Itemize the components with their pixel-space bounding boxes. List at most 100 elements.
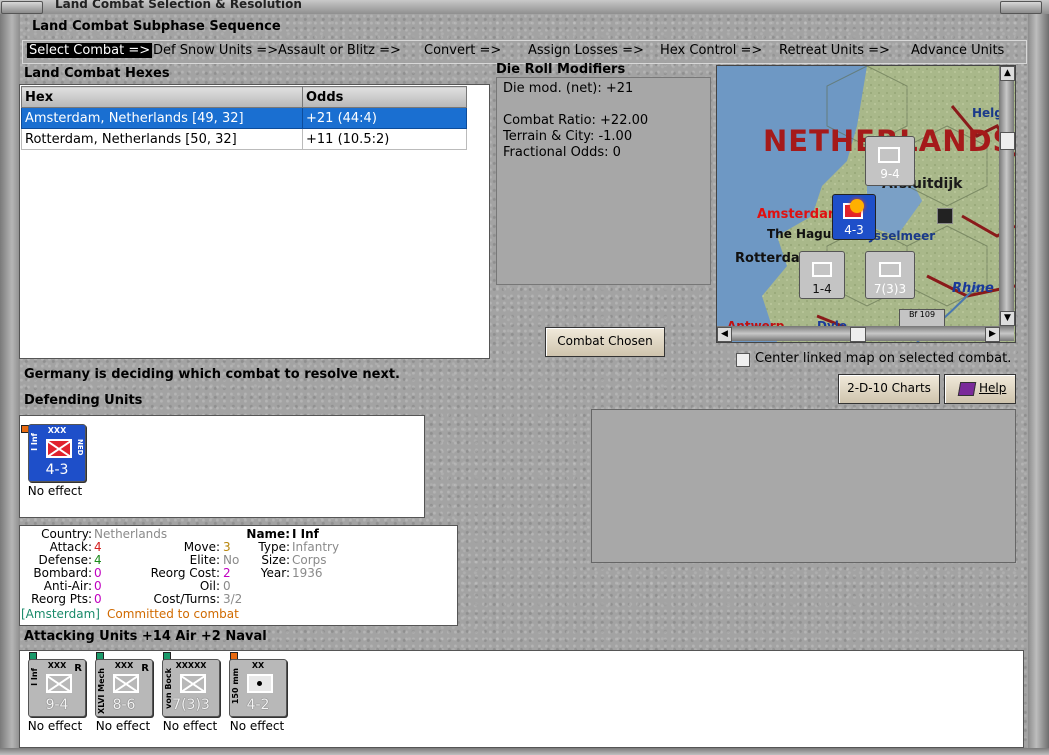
info-year-label: Year: xyxy=(260,566,290,580)
titlebar-right-button[interactable] xyxy=(1000,1,1042,14)
infantry-symbol-icon xyxy=(812,262,832,277)
hq-symbol-icon xyxy=(180,674,206,693)
info-reorg: 0 xyxy=(94,592,102,606)
map-vertical-scrollbar[interactable]: ▲ ▼ xyxy=(999,66,1015,326)
center-map-checkbox[interactable] xyxy=(736,353,750,367)
attacking-unit-counter[interactable]: XXX I Inf R 9-4 xyxy=(28,659,86,717)
seq-assign-losses: Assign Losses => xyxy=(528,43,644,58)
unit-info-panel: Country: Netherlands Attack: 4 Defense: … xyxy=(19,525,458,626)
info-cost: 3/2 xyxy=(223,592,243,606)
info-antiair-label: Anti-Air: xyxy=(43,579,92,593)
map-counter[interactable]: 1-4 xyxy=(799,251,845,299)
map-counter-strength: 9-4 xyxy=(880,167,900,181)
table-row[interactable]: Rotterdam, Netherlands [50, 32] +11 (10.… xyxy=(21,128,467,150)
scroll-up-arrow-icon[interactable]: ▲ xyxy=(1000,66,1015,81)
unit-effect: No effect xyxy=(27,484,83,498)
attacking-unit-counter[interactable]: XXX XLVI Mech R 8-6 xyxy=(95,659,153,717)
map-air-counter-label: Bf 109 xyxy=(908,310,936,319)
unit-effect: No effect xyxy=(229,719,285,733)
attacking-unit-counter[interactable]: XXXXX von Bock 7(3)3 xyxy=(162,659,220,717)
map-horizontal-scrollbar[interactable]: ◀ ▶ xyxy=(717,326,1014,342)
map-counter[interactable]: 7(3)3 xyxy=(865,251,915,299)
info-elite-label: Elite: xyxy=(189,553,220,567)
seq-select-combat: Select Combat => xyxy=(27,43,153,58)
window-titlebar: Land Combat Selection & Resolution xyxy=(0,0,1049,15)
seq-hex-control: Hex Control => xyxy=(660,43,763,58)
info-reorg-label: Reorg Pts: xyxy=(31,592,92,606)
scroll-left-arrow-icon[interactable]: ◀ xyxy=(717,327,732,342)
center-map-label: Center linked map on selected combat. xyxy=(755,351,1012,366)
defending-panel: XXX I Inf NED 4-3 No effect xyxy=(19,415,425,518)
odds-cell: +21 (44:4) xyxy=(302,107,467,129)
hexes-table: Hex Odds Amsterdam, Netherlands [49, 32]… xyxy=(21,86,467,150)
hex-cell: Amsterdam, Netherlands [49, 32] xyxy=(21,107,303,129)
info-move: 3 xyxy=(223,540,231,554)
hex-cell: Rotterdam, Netherlands [50, 32] xyxy=(21,128,303,150)
map-counter-strength: 4-3 xyxy=(844,223,864,237)
drm-title: Die Roll Modifiers xyxy=(496,62,626,77)
map-counter[interactable]: 9-4 xyxy=(865,136,915,186)
seq-convert: Convert => xyxy=(424,43,502,58)
unit-strength: 4-3 xyxy=(45,462,69,478)
seq-def-snow-units: Def Snow Units => xyxy=(153,43,279,58)
info-type-label: Type: xyxy=(258,540,290,554)
map-label-the-hague: The Hague xyxy=(767,227,840,241)
unit-strength: 9-4 xyxy=(45,697,69,713)
drm-spacer xyxy=(503,97,704,113)
charts-button[interactable]: 2-D-10 Charts xyxy=(838,374,940,404)
info-location: [Amsterdam] xyxy=(21,607,100,621)
scroll-thumb[interactable] xyxy=(1000,132,1015,150)
seq-assault-or-blitz: Assault or Blitz => xyxy=(278,43,401,58)
unit-nation: NED xyxy=(76,439,84,456)
info-attack-label: Attack: xyxy=(49,540,92,554)
artillery-symbol-icon xyxy=(247,674,273,693)
explosion-icon xyxy=(850,199,864,213)
unit-reserve: R xyxy=(74,663,82,674)
unit-effect: No effect xyxy=(95,719,151,733)
info-antiair: 0 xyxy=(94,579,102,593)
info-country: Netherlands xyxy=(94,527,168,541)
scroll-down-arrow-icon[interactable]: ▼ xyxy=(1000,311,1015,326)
unit-effect: No effect xyxy=(27,719,83,733)
attacking-unit-counter[interactable]: XX 150 mm 4-2 xyxy=(229,659,287,717)
info-elite: No xyxy=(223,553,240,567)
info-oil: 0 xyxy=(223,579,231,593)
unit-strength: 8-6 xyxy=(112,697,136,713)
help-book-icon xyxy=(957,382,977,396)
table-row[interactable]: Amsterdam, Netherlands [49, 32] +21 (44:… xyxy=(21,107,467,129)
hexes-title: Land Combat Hexes xyxy=(24,66,170,81)
col-odds[interactable]: Odds xyxy=(302,86,467,108)
sequence-title: Land Combat Subphase Sequence xyxy=(32,19,281,34)
info-country-label: Country: xyxy=(41,527,92,541)
infantry-symbol-icon xyxy=(46,674,72,693)
info-cost-label: Cost/Turns: xyxy=(153,592,220,606)
combat-chosen-button[interactable]: Combat Chosen xyxy=(545,327,665,357)
defending-unit-counter[interactable]: XXX I Inf NED 4-3 xyxy=(28,424,86,482)
info-reorg-cost-label: Reorg Cost: xyxy=(150,566,220,580)
hexes-panel: Hex Odds Amsterdam, Netherlands [49, 32]… xyxy=(19,84,490,359)
infantry-symbol-icon xyxy=(46,439,72,458)
drm-line: Fractional Odds: 0 xyxy=(503,145,621,160)
window-frame-right xyxy=(1028,14,1049,755)
info-committed: Committed to combat xyxy=(107,607,239,621)
scroll-thumb[interactable] xyxy=(850,327,866,342)
help-button[interactable]: Help xyxy=(944,374,1016,404)
status-text: Germany is deciding which combat to reso… xyxy=(24,367,400,382)
unit-strength: 7(3)3 xyxy=(172,697,210,713)
info-size: Corps xyxy=(292,553,327,567)
scroll-right-arrow-icon[interactable]: ▶ xyxy=(985,327,1000,342)
window-frame-left xyxy=(0,14,20,755)
attacking-panel: XXX I Inf R 9-4 No effect XXX XLVI Mech … xyxy=(19,650,1024,748)
infantry-symbol-icon xyxy=(879,262,901,277)
attacking-title: Attacking Units +14 Air +2 Naval xyxy=(24,629,267,644)
map-label-amsterdam: Amsterdam xyxy=(757,207,842,222)
titlebar-left-button[interactable] xyxy=(1,1,43,14)
info-name-label: Name: xyxy=(246,527,290,541)
seq-advance-units: Advance Units xyxy=(911,43,1005,58)
linked-map[interactable]: NETHERLANDS Afsluitdijk Amsterdam The Ha… xyxy=(716,65,1016,343)
info-attack: 4 xyxy=(94,540,102,554)
drm-line: Terrain & City: -1.00 xyxy=(503,129,633,144)
col-hex[interactable]: Hex xyxy=(21,86,303,108)
info-size-label: Size: xyxy=(261,553,290,567)
info-defense-label: Defense: xyxy=(38,553,92,567)
